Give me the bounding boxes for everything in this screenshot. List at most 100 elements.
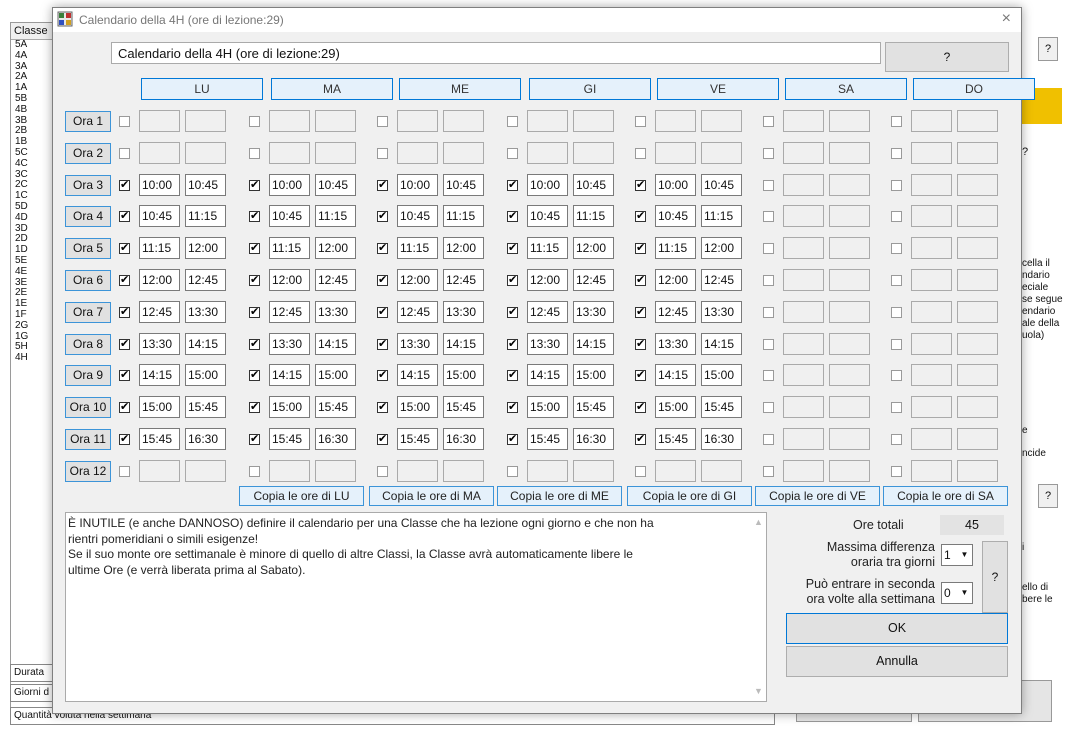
hour-checkbox[interactable]	[763, 434, 774, 445]
start-time-field[interactable]: 15:45	[139, 428, 180, 450]
hour-checkbox[interactable]	[119, 465, 130, 477]
hour-checkbox[interactable]	[891, 402, 902, 414]
copy-hours-button-ve[interactable]: Copia le ore di VE	[755, 486, 880, 506]
start-time-field[interactable]: 11:15	[527, 237, 568, 260]
end-time-field[interactable]	[957, 173, 998, 196]
end-time-field[interactable]	[443, 459, 484, 482]
end-time-field[interactable]: 15:45	[315, 396, 356, 419]
day-header-ma[interactable]: MA	[271, 78, 393, 100]
end-time-field[interactable]	[443, 110, 484, 132]
start-time-field[interactable]	[527, 141, 568, 164]
hour-checkbox[interactable]	[891, 370, 902, 382]
start-time-field[interactable]	[783, 237, 824, 260]
start-time-field[interactable]	[911, 205, 952, 228]
end-time-field[interactable]: 12:00	[443, 237, 484, 260]
hour-checkbox[interactable]: ✔	[119, 243, 130, 255]
end-time-field[interactable]	[829, 396, 870, 419]
hour-checkbox[interactable]: ✔	[507, 211, 518, 223]
hour-checkbox[interactable]	[891, 243, 902, 255]
end-time-field[interactable]	[829, 141, 870, 164]
hour-checkbox[interactable]	[763, 306, 774, 318]
right-help-fragment[interactable]: ?	[1022, 147, 1028, 158]
hour-checkbox[interactable]: ✔	[507, 243, 518, 255]
end-time-field[interactable]	[957, 396, 998, 419]
start-time-field[interactable]: 15:00	[269, 396, 310, 419]
hour-checkbox[interactable]	[763, 243, 774, 255]
end-time-field[interactable]	[829, 364, 870, 387]
end-time-field[interactable]	[573, 141, 614, 164]
start-time-field[interactable]	[269, 110, 310, 132]
end-time-field[interactable]: 12:00	[185, 237, 226, 260]
end-time-field[interactable]: 15:00	[443, 364, 484, 387]
end-time-field[interactable]: 16:30	[701, 428, 742, 450]
end-time-field[interactable]: 12:45	[315, 269, 356, 291]
hour-checkbox[interactable]	[891, 306, 902, 318]
hour-checkbox[interactable]	[763, 402, 774, 414]
hour-checkbox[interactable]	[377, 147, 388, 159]
start-time-field[interactable]: 13:30	[527, 332, 568, 355]
end-time-field[interactable]: 13:30	[443, 300, 484, 323]
hour-checkbox[interactable]	[507, 465, 518, 477]
start-time-field[interactable]	[783, 300, 824, 323]
hour-checkbox[interactable]	[763, 275, 774, 286]
start-time-field[interactable]: 12:00	[527, 269, 568, 291]
end-time-field[interactable]: 10:45	[443, 173, 484, 196]
end-time-field[interactable]	[829, 332, 870, 355]
start-time-field[interactable]	[783, 428, 824, 450]
start-time-field[interactable]: 10:45	[139, 205, 180, 228]
end-time-field[interactable]	[957, 205, 998, 228]
end-time-field[interactable]	[957, 141, 998, 164]
start-time-field[interactable]: 12:00	[269, 269, 310, 291]
end-time-field[interactable]: 13:30	[185, 300, 226, 323]
hour-button[interactable]: Ora 2	[65, 142, 111, 164]
hour-button[interactable]: Ora 10	[65, 397, 111, 419]
note-scrollbar[interactable]: ▲ ▼	[752, 513, 766, 701]
start-time-field[interactable]	[783, 141, 824, 164]
end-time-field[interactable]: 14:15	[443, 332, 484, 355]
hour-checkbox[interactable]	[377, 116, 388, 127]
hour-checkbox[interactable]	[891, 211, 902, 223]
hour-checkbox[interactable]: ✔	[377, 402, 388, 414]
hour-checkbox[interactable]: ✔	[635, 434, 646, 445]
end-time-field[interactable]: 15:00	[701, 364, 742, 387]
hour-checkbox[interactable]: ✔	[249, 211, 260, 223]
start-time-field[interactable]: 10:00	[269, 173, 310, 196]
start-time-field[interactable]: 12:00	[139, 269, 180, 291]
hour-checkbox[interactable]: ✔	[377, 370, 388, 382]
end-time-field[interactable]: 11:15	[443, 205, 484, 228]
chevron-down-icon[interactable]: ▼	[958, 584, 971, 602]
end-time-field[interactable]	[315, 110, 356, 132]
start-time-field[interactable]	[911, 364, 952, 387]
start-time-field[interactable]	[911, 332, 952, 355]
end-time-field[interactable]	[701, 110, 742, 132]
end-time-field[interactable]: 12:00	[573, 237, 614, 260]
hour-checkbox[interactable]	[249, 465, 260, 477]
hour-button[interactable]: Ora 11	[65, 429, 111, 450]
end-time-field[interactable]	[573, 110, 614, 132]
hour-checkbox[interactable]	[635, 465, 646, 477]
start-time-field[interactable]: 13:30	[269, 332, 310, 355]
hour-button[interactable]: Ora 4	[65, 206, 111, 228]
hour-checkbox[interactable]: ✔	[507, 402, 518, 414]
annulla-button[interactable]: Annulla	[786, 646, 1008, 677]
hour-checkbox[interactable]: ✔	[249, 370, 260, 382]
end-time-field[interactable]: 16:30	[315, 428, 356, 450]
start-time-field[interactable]	[139, 141, 180, 164]
end-time-field[interactable]: 15:00	[573, 364, 614, 387]
start-time-field[interactable]	[911, 396, 952, 419]
start-time-field[interactable]	[783, 332, 824, 355]
hour-button[interactable]: Ora 6	[65, 270, 111, 291]
hour-checkbox[interactable]	[507, 116, 518, 127]
hour-checkbox[interactable]: ✔	[119, 434, 130, 445]
end-time-field[interactable]: 15:45	[573, 396, 614, 419]
start-time-field[interactable]	[783, 396, 824, 419]
scroll-down-icon[interactable]: ▼	[754, 684, 763, 700]
hour-checkbox[interactable]: ✔	[507, 370, 518, 382]
hour-checkbox[interactable]	[763, 370, 774, 382]
hour-checkbox[interactable]: ✔	[635, 179, 646, 191]
hour-checkbox[interactable]	[891, 116, 902, 127]
end-time-field[interactable]	[829, 173, 870, 196]
start-time-field[interactable]	[397, 459, 438, 482]
close-icon[interactable]: ×	[1002, 10, 1011, 28]
day-header-gi[interactable]: GI	[529, 78, 651, 100]
